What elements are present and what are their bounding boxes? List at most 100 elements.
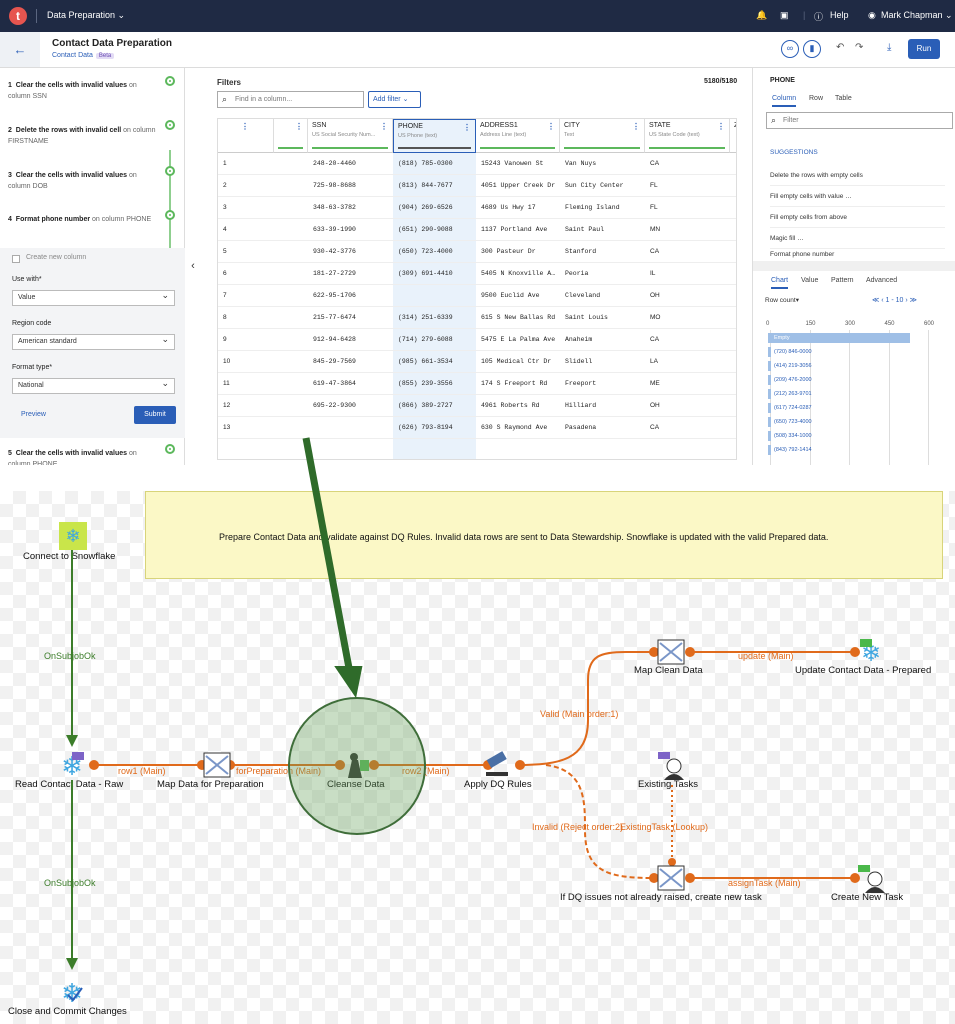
tab-pattern[interactable]: Pattern <box>831 277 854 284</box>
table-cell[interactable]: 615 S New Ballas Rd <box>476 307 560 329</box>
table-cell[interactable]: 695-22-9300 <box>308 395 393 417</box>
table-cell[interactable] <box>308 417 393 439</box>
table-cell[interactable]: IL <box>645 263 730 285</box>
table-cell[interactable]: Saint Paul <box>560 219 645 241</box>
dataset-link[interactable]: Contact Data Beta <box>52 52 115 59</box>
kebab-icon[interactable]: ⋮ <box>717 122 725 131</box>
undo-icon[interactable]: ↶ <box>836 42 844 53</box>
chart-bar[interactable]: (650) 723-4000 <box>768 417 918 427</box>
table-cell[interactable]: 215-77-6474 <box>308 307 393 329</box>
kebab-icon[interactable]: ⋮ <box>632 122 640 131</box>
suggestion-item[interactable]: Magic fill … <box>770 228 945 249</box>
table-cell[interactable]: MO <box>645 307 730 329</box>
chart-bar[interactable]: (720) 846-0000 <box>768 347 918 357</box>
redo-icon[interactable]: ↷ <box>855 42 863 53</box>
column-search-input[interactable]: ⌕ Find in a column... <box>217 91 364 108</box>
dataset-name[interactable]: Contact Data <box>52 52 93 59</box>
table-cell[interactable]: Saint Louis <box>560 307 645 329</box>
chat-icon[interactable]: ▣ <box>780 10 789 21</box>
table-cell[interactable]: 633-39-1990 <box>308 219 393 241</box>
table-cell[interactable]: FL <box>645 197 730 219</box>
chart-bar[interactable]: Empty <box>768 333 911 343</box>
create-column-checkbox[interactable] <box>12 255 20 263</box>
help-link[interactable]: Help <box>830 10 849 20</box>
table-cell[interactable]: (904) 269-6526 <box>393 197 476 219</box>
suggestion-filter-input[interactable]: ⌕ Filter <box>766 112 953 129</box>
table-cell[interactable]: 181-27-2729 <box>308 263 393 285</box>
tab-value[interactable]: Value <box>801 277 818 284</box>
table-cell[interactable]: 4051 Upper Creek Dr <box>476 175 560 197</box>
table-cell[interactable]: Freeport <box>560 373 645 395</box>
table-cell[interactable]: 300 Pasteur Dr <box>476 241 560 263</box>
step-status-icon[interactable] <box>165 76 175 86</box>
suggestion-item[interactable]: Fill empty cells with value … <box>770 186 945 207</box>
table-cell[interactable]: Stanford <box>560 241 645 263</box>
table-cell[interactable]: OH <box>645 395 730 417</box>
chart-pager[interactable]: ≪ ‹ 1 - 10 › ≫ <box>872 296 917 304</box>
use-with-select[interactable]: Value <box>12 288 175 306</box>
suggestion-item[interactable]: Delete the rows with empty cells <box>770 165 945 186</box>
recipe-step[interactable]: 2 Delete the rows with invalid cell on c… <box>8 125 158 147</box>
table-cell[interactable]: (866) 389-2727 <box>393 395 476 417</box>
chart-bar[interactable]: (414) 219-3056 <box>768 361 918 371</box>
table-cell[interactable]: Fleming Island <box>560 197 645 219</box>
table-cell[interactable]: ME <box>645 373 730 395</box>
chart-bar[interactable]: (508) 334-1000 <box>768 431 918 441</box>
table-cell[interactable]: 248-20-4460 <box>308 153 393 175</box>
table-cell[interactable]: FL <box>645 175 730 197</box>
table-cell[interactable]: Van Nuys <box>560 153 645 175</box>
table-cell[interactable]: 622-95-1706 <box>308 285 393 307</box>
table-cell[interactable]: 845-29-7569 <box>308 351 393 373</box>
column-header-z[interactable]: Z <box>730 119 736 153</box>
recipe-step-active[interactable]: 4 Format phone number on column PHONE <box>8 214 158 225</box>
table-cell[interactable]: 348-63-3782 <box>308 197 393 219</box>
table-cell[interactable]: 174 S Freeport Rd <box>476 373 560 395</box>
step-status-icon[interactable] <box>165 444 175 454</box>
book-icon[interactable]: ▮ <box>803 40 821 58</box>
table-cell[interactable]: 4689 Us Hwy 17 <box>476 197 560 219</box>
table-cell[interactable]: MN <box>645 219 730 241</box>
help-icon[interactable]: ⓘ <box>814 10 823 23</box>
run-button[interactable]: Run <box>908 39 940 59</box>
suggestion-item[interactable]: Fill empty cells from above <box>770 207 945 228</box>
region-code-select[interactable]: American standard <box>12 332 175 350</box>
kebab-icon[interactable]: ⋮ <box>547 122 555 131</box>
suggestion-item[interactable]: Format phone number <box>770 249 945 261</box>
user-menu[interactable]: Mark Chapman ⌄ <box>881 10 953 21</box>
tab-advanced[interactable]: Advanced <box>866 277 897 284</box>
recipe-step[interactable]: 1 Clear the cells with invalid values on… <box>8 80 158 102</box>
tab-chart[interactable]: Chart <box>771 277 789 289</box>
table-cell[interactable]: 5475 E La Palma Ave <box>476 329 560 351</box>
table-cell[interactable]: 5405 N Knoxville A… <box>476 263 560 285</box>
table-cell[interactable]: 912-94-6428 <box>308 329 393 351</box>
tab-column[interactable]: Column <box>772 95 797 107</box>
kebab-icon[interactable]: ⋮ <box>463 123 471 132</box>
table-cell[interactable]: Sun City Center <box>560 175 645 197</box>
format-type-select[interactable]: National <box>12 376 175 394</box>
table-cell[interactable]: CA <box>645 153 730 175</box>
chart-bar[interactable]: (843) 792-1414 <box>768 445 918 455</box>
table-cell[interactable]: CA <box>645 417 730 439</box>
recipe-step[interactable]: 5 Clear the cells with invalid values on… <box>8 448 158 465</box>
table-cell[interactable]: (651) 290-9088 <box>393 219 476 241</box>
step-status-icon[interactable] <box>165 166 175 176</box>
recipe-step[interactable]: 3 Clear the cells with invalid values on… <box>8 170 158 192</box>
bell-icon[interactable]: 🔔 <box>756 10 767 21</box>
column-header-state[interactable]: STATE US State Code (text) ⋮ <box>645 119 730 153</box>
table-cell[interactable] <box>393 285 476 307</box>
table-cell[interactable]: (985) 661-3534 <box>393 351 476 373</box>
table-cell[interactable]: Hilliard <box>560 395 645 417</box>
table-cell[interactable]: (813) 844-7677 <box>393 175 476 197</box>
table-cell[interactable]: Pasadena <box>560 417 645 439</box>
table-cell[interactable]: 9500 Euclid Ave <box>476 285 560 307</box>
table-cell[interactable]: (855) 239-3556 <box>393 373 476 395</box>
table-cell[interactable]: 15243 Vanowen St <box>476 153 560 175</box>
table-cell[interactable]: Peoria <box>560 263 645 285</box>
table-cell[interactable]: CA <box>645 241 730 263</box>
row-count-sort[interactable]: Row count▾ <box>765 296 799 304</box>
link-icon[interactable]: ∞ <box>781 40 799 58</box>
kebab-icon[interactable]: ⋮ <box>380 122 388 131</box>
table-cell[interactable]: (714) 279-6088 <box>393 329 476 351</box>
panel-resize-handle[interactable] <box>753 261 955 271</box>
table-cell[interactable]: (650) 723-4000 <box>393 241 476 263</box>
